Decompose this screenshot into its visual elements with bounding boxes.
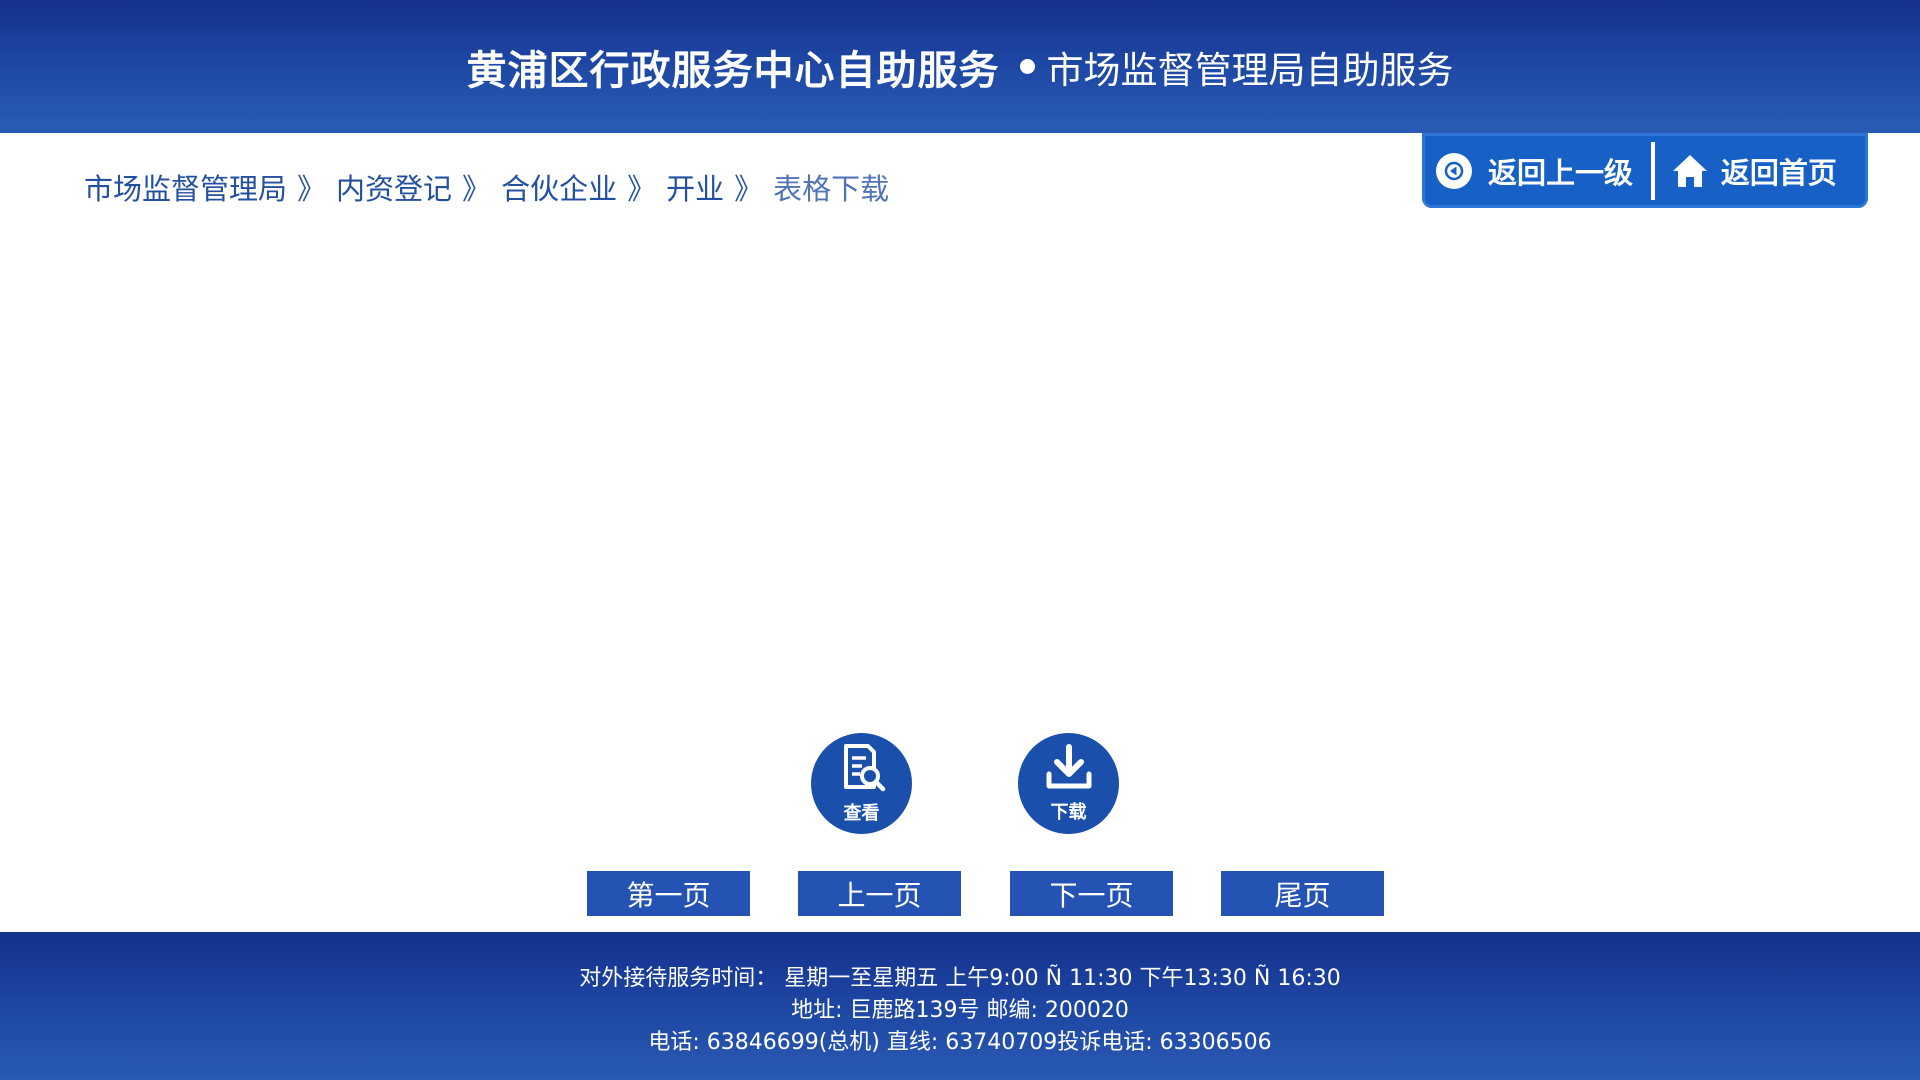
phone-numbers: 电话: 63846699(总机) 直线: 63740709投诉电话: 63306… [648, 1030, 1272, 1055]
previous-page-button[interactable]: 上一页 [798, 871, 961, 916]
service-hours: 对外接待服务时间： 星期一至星期五 上午9:00 Ñ 11:30 下午13:30… [579, 966, 1341, 991]
address: 地址: 巨鹿路139号 邮编: 200020 [791, 998, 1129, 1023]
breadcrumb-item-bureau[interactable]: 市场监督管理局 [84, 166, 287, 208]
breadcrumb: 市场监督管理局 》 内资登记 》 合伙企业 》 开业 》 表格下载 [84, 166, 889, 208]
breadcrumb-item-domestic-registration[interactable]: 内资登记 [336, 166, 452, 208]
download-button[interactable]: 下载 [1018, 733, 1119, 834]
back-button-label: 返回上一级 [1488, 155, 1634, 190]
back-button[interactable]: 返回上一级 [1422, 133, 1651, 208]
breadcrumb-separator: 》 [297, 172, 327, 206]
breadcrumb-item-opening[interactable]: 开业 [666, 166, 724, 208]
document-search-icon [836, 743, 888, 797]
next-page-button[interactable]: 下一页 [1010, 871, 1173, 916]
breadcrumb-item-partnership[interactable]: 合伙企业 [501, 166, 617, 208]
breadcrumb-item-form-download: 表格下载 [773, 172, 890, 206]
header-bar: 黄浦区行政服务中心自助服务 市场监督管理局自助服务 [0, 0, 1920, 133]
top-nav: 返回上一级 返回首页 [1422, 133, 1868, 208]
breadcrumb-separator: 》 [627, 172, 657, 206]
view-button[interactable]: 查看 [811, 733, 912, 834]
back-circle-icon [1436, 152, 1472, 189]
home-icon [1671, 153, 1709, 189]
page-title: 黄浦区行政服务中心自助服务 [466, 47, 1000, 94]
home-button[interactable]: 返回首页 [1655, 133, 1868, 208]
download-button-label: 下载 [1050, 801, 1087, 823]
footer-bar: 对外接待服务时间： 星期一至星期五 上午9:00 Ñ 11:30 下午13:30… [0, 932, 1920, 1080]
first-page-button[interactable]: 第一页 [587, 871, 750, 916]
home-button-label: 返回首页 [1720, 155, 1837, 190]
view-button-label: 查看 [843, 802, 880, 824]
title-separator-dot [1019, 59, 1035, 74]
last-page-button[interactable]: 尾页 [1221, 871, 1384, 916]
breadcrumb-separator: 》 [462, 172, 492, 206]
page: 黄浦区行政服务中心自助服务 市场监督管理局自助服务 市场监督管理局 》 内资登记… [0, 0, 1920, 1080]
breadcrumb-separator: 》 [734, 172, 764, 206]
download-icon [1043, 743, 1095, 796]
page-subtitle: 市场监督管理局自助服务 [1046, 48, 1454, 92]
